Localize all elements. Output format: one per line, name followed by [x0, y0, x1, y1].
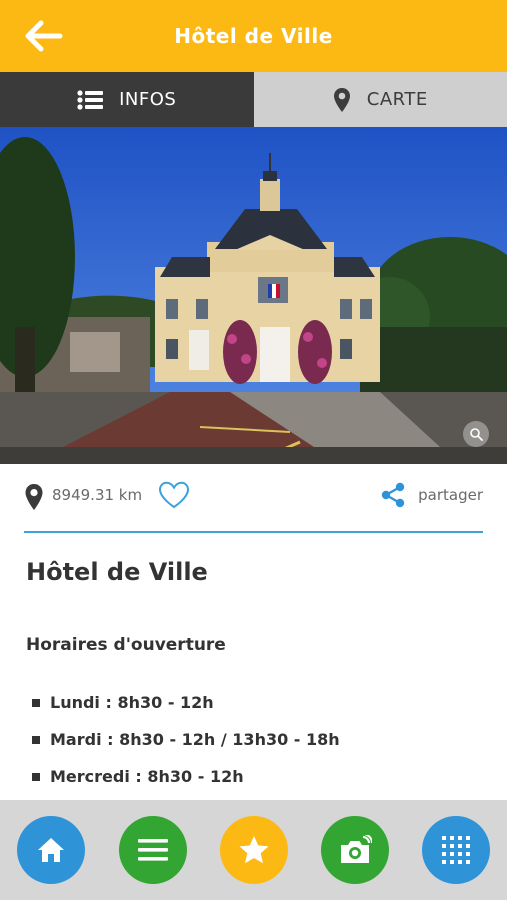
favorite-button[interactable]	[158, 481, 190, 513]
magnifier-icon	[470, 428, 483, 441]
menu-button[interactable]	[119, 816, 187, 884]
home-button[interactable]	[17, 816, 85, 884]
section-divider	[24, 531, 483, 533]
hours-wednesday: Mercredi : 8h30 - 12h	[50, 767, 244, 786]
list-item: Lundi : 8h30 - 12h	[32, 684, 340, 721]
bottom-nav	[0, 800, 507, 900]
hours-monday: Lundi : 8h30 - 12h	[50, 693, 214, 712]
grid-icon	[442, 836, 470, 864]
distance-value: 8949.31 km	[52, 486, 143, 504]
list-icon	[77, 89, 104, 110]
hours-title: Horaires d'ouverture	[26, 635, 226, 655]
tab-carte-label: CARTE	[366, 89, 428, 110]
share-button[interactable]: partager	[380, 482, 483, 508]
camera-button[interactable]	[321, 816, 389, 884]
page-title: Hôtel de Ville	[174, 24, 333, 48]
home-icon	[38, 838, 64, 862]
heart-icon	[158, 481, 190, 509]
bullet	[32, 698, 40, 707]
favorites-button[interactable]	[220, 816, 288, 884]
tab-infos[interactable]: INFOS	[0, 72, 254, 127]
list-item: Mardi : 8h30 - 12h / 13h30 - 18h	[32, 721, 340, 758]
back-button[interactable]	[14, 12, 74, 60]
arrow-left-icon	[25, 20, 63, 52]
share-label: partager	[418, 486, 483, 504]
star-icon	[239, 836, 269, 864]
meta-row: 8949.31 km partager	[0, 464, 507, 532]
camera-icon	[341, 835, 372, 863]
location-pin-icon	[25, 484, 43, 510]
tab-bar: INFOS CARTE	[0, 72, 507, 127]
hours-tuesday: Mardi : 8h30 - 12h / 13h30 - 18h	[50, 730, 340, 749]
tab-infos-label: INFOS	[119, 89, 177, 110]
map-pin-icon	[333, 87, 350, 112]
bullet	[32, 772, 40, 781]
list-item: Mercredi : 8h30 - 12h	[32, 758, 340, 795]
grid-button[interactable]	[422, 816, 490, 884]
tab-carte[interactable]: CARTE	[253, 72, 507, 127]
zoom-button[interactable]	[463, 421, 489, 447]
menu-icon	[138, 839, 168, 861]
share-icon	[381, 482, 405, 508]
bullet	[32, 735, 40, 744]
app-header: Hôtel de Ville	[0, 0, 507, 72]
place-title: Hôtel de Ville	[26, 558, 208, 586]
hours-list: Lundi : 8h30 - 12h Mardi : 8h30 - 12h / …	[32, 684, 340, 795]
town-hall-photo	[0, 127, 507, 464]
place-photo[interactable]	[0, 127, 507, 464]
